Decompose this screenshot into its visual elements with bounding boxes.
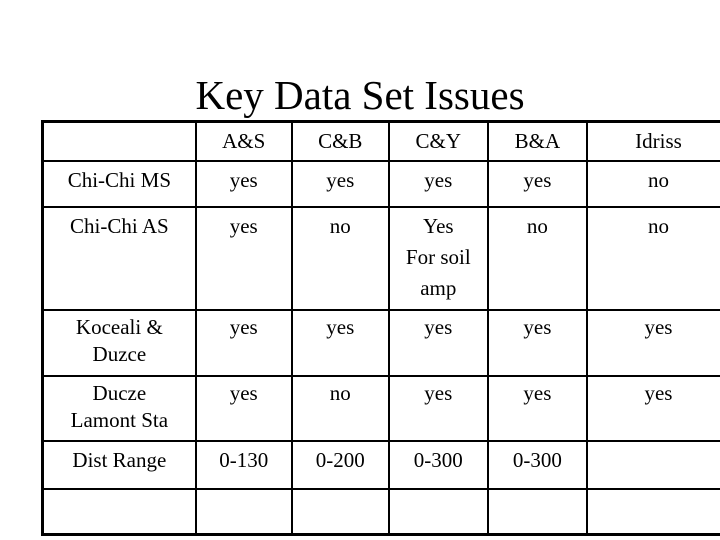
table-row-empty [40, 488, 720, 536]
table-cell: yes [585, 309, 720, 377]
header-cell-cy: C&Y [387, 120, 489, 162]
table-row: Chi-Chi AS yes no Yes For soil amp no no [40, 206, 720, 311]
table-cell: yes [290, 160, 390, 208]
table-header-row: A&S C&B C&Y B&A Idriss [40, 120, 720, 162]
table-cell [194, 488, 293, 536]
cell-line: Yes [423, 214, 454, 238]
table-cell: 0-130 [194, 440, 293, 490]
row-label: Ducze Lamont Sta [40, 375, 197, 442]
row-label-line: Duzce [92, 342, 147, 366]
table-cell [585, 440, 720, 490]
row-label-line: Ducze [92, 381, 147, 405]
row-label: Chi-Chi MS [40, 160, 197, 208]
table-cell: yes [486, 309, 588, 377]
slide-title: Key Data Set Issues [0, 70, 720, 120]
header-cell-as: A&S [194, 120, 293, 162]
cell-line: amp [420, 276, 457, 300]
table-cell: yes [194, 206, 293, 311]
table-cell: 0-300 [387, 440, 489, 490]
table-cell: yes [194, 375, 293, 442]
table-cell: no [290, 375, 390, 442]
table-row: Dist Range 0-130 0-200 0-300 0-300 [40, 440, 720, 490]
table-cell-multiline: Yes For soil amp [387, 206, 489, 311]
table-row: Chi-Chi MS yes yes yes yes no [40, 160, 720, 208]
table-row: Koceali & Duzce yes yes yes yes yes [40, 309, 720, 377]
table-cell: no [486, 206, 588, 311]
table-cell: 0-300 [486, 440, 588, 490]
row-label [40, 488, 197, 536]
table-cell: yes [290, 309, 390, 377]
table-cell: yes [486, 375, 588, 442]
header-cell-ba: B&A [486, 120, 588, 162]
slide-title-text: Key Data Set Issues [195, 72, 525, 118]
table-cell: yes [387, 160, 489, 208]
table-cell [486, 488, 588, 536]
row-label-line: Lamont Sta [70, 408, 169, 432]
header-cell-cb: C&B [290, 120, 390, 162]
table-cell: yes [486, 160, 588, 208]
header-cell-idriss: Idriss [585, 120, 720, 162]
table-cell: yes [585, 375, 720, 442]
data-set-issues-table: A&S C&B C&Y B&A Idriss Chi-Chi MS yes ye… [40, 120, 720, 536]
table-cell: yes [387, 375, 489, 442]
table-cell: yes [387, 309, 489, 377]
table-cell: no [290, 206, 390, 311]
row-label: Dist Range [40, 440, 197, 490]
table-cell: no [585, 160, 720, 208]
table-cell [387, 488, 489, 536]
table-cell [290, 488, 390, 536]
table-cell: no [585, 206, 720, 311]
table-cell: 0-200 [290, 440, 390, 490]
cell-line: For soil [405, 245, 471, 269]
row-label: Koceali & Duzce [40, 309, 197, 377]
table-cell [585, 488, 720, 536]
table-cell: yes [194, 309, 293, 377]
table-cell: yes [194, 160, 293, 208]
row-label-line: Koceali & [75, 315, 163, 339]
row-label: Chi-Chi AS [40, 206, 197, 311]
header-cell-empty [40, 120, 197, 162]
table-row: Ducze Lamont Sta yes no yes yes yes [40, 375, 720, 442]
